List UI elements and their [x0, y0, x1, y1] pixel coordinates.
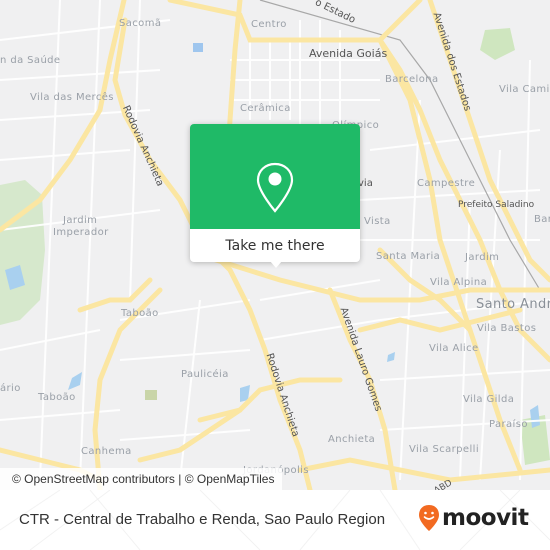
- map-label-santa-maria: Santa Maria: [376, 251, 441, 262]
- take-me-there-button[interactable]: Take me there: [190, 229, 360, 262]
- map-attribution[interactable]: © OpenStreetMap contributors | © OpenMap…: [0, 468, 283, 490]
- map-label-vila-scarpelli: Vila Scarpelli: [409, 444, 480, 455]
- moovit-wordmark: moovit: [442, 505, 529, 531]
- footer: CTR - Central de Trabalho e Renda, Sao P…: [0, 490, 550, 550]
- map-label-sacoma: Sacomã: [119, 18, 162, 29]
- map-label-anchieta: Anchieta: [328, 434, 376, 445]
- park-area: [480, 28, 515, 60]
- map-pin-icon: [256, 162, 294, 213]
- destination-popup[interactable]: Take me there: [190, 124, 360, 268]
- water-area: [387, 352, 395, 362]
- map-label-ceramica: Cerâmica: [240, 103, 291, 114]
- map-label-vila-alpina: Vila Alpina: [430, 277, 488, 288]
- map-label-jardim: Jardim: [465, 252, 500, 263]
- map-label-barcelona: Barcelona: [385, 74, 439, 85]
- map-label-taboao-left: Taboão: [38, 392, 76, 403]
- water-area: [68, 372, 82, 390]
- map-label-paraiso: Paraíso: [489, 419, 528, 430]
- map-label-santo-andre: Santo Andr: [476, 297, 550, 312]
- map-label-campestre: Campestre: [417, 178, 476, 189]
- place-title: CTR - Central de Trabalho e Renda, Sao P…: [19, 511, 386, 528]
- popup-header: [190, 124, 360, 229]
- map-label-vila-camilopolis: Vila Cami: [499, 84, 550, 95]
- map-label-vista: Vista: [364, 216, 391, 227]
- moovit-logo[interactable]: moovit: [418, 504, 529, 532]
- park-area: [145, 390, 157, 400]
- map-label-vila-bastos: Vila Bastos: [477, 323, 537, 334]
- map-label-canhema: Canhema: [81, 446, 132, 457]
- map-label-via: via: [358, 178, 373, 189]
- map-label-vila-alice: Vila Alice: [429, 343, 479, 354]
- map-label-jardim-imperador-1: Jardim: [63, 215, 98, 226]
- map-label-vila-das-merces: Vila das Mercês: [30, 92, 114, 103]
- map-label-jardim-da-saude: n da Saúde: [0, 55, 61, 66]
- map-label-bairro-right: Bar: [534, 214, 550, 225]
- map[interactable]: Sacomã Centro o Estado Avenida Goiás Ave…: [0, 0, 550, 490]
- map-label-prefeito-saladino: Prefeito Saladino: [458, 200, 535, 210]
- moovit-smiley-pin-icon: [419, 505, 439, 531]
- map-label-ario: ário: [0, 383, 21, 394]
- map-label-centro: Centro: [251, 19, 287, 30]
- map-label-avenida-goias: Avenida Goiás: [309, 47, 388, 60]
- water-area: [193, 43, 203, 52]
- map-label-vila-gilda: Vila Gilda: [463, 394, 515, 405]
- map-label-paulliceia: Paulicéia: [181, 369, 229, 380]
- map-label-jardim-imperador-2: Imperador: [53, 227, 109, 238]
- popup-pointer: [270, 261, 282, 268]
- map-label-taboao-top: Taboão: [121, 308, 159, 319]
